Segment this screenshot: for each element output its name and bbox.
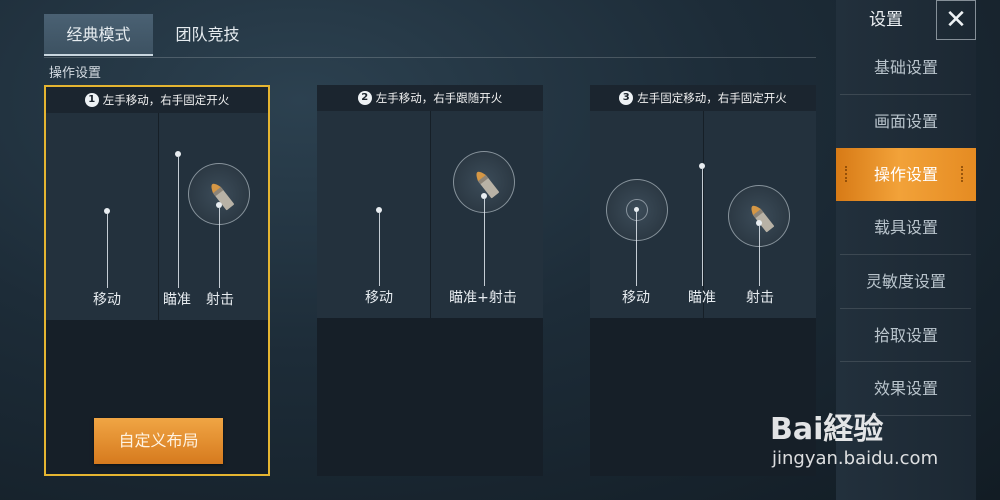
sidebar-item-controls-settings[interactable]: 操作设置 [836,148,976,201]
tab-team-deathmatch[interactable]: 团队竞技 [153,14,262,56]
aim-label: 瞄准 [163,292,191,308]
watermark-logo: Bai経验 [770,412,884,447]
watermark-url: jingyan.baidu.com [772,448,939,469]
aim-pointer-line [702,169,703,286]
sidebar-item-basic-settings[interactable]: 基础设置 [836,41,976,94]
layout-option-3-title: 左手固定移动，右手固定开火 [637,91,787,105]
tab-underline-divider [44,57,816,58]
grip-left-icon [845,166,849,182]
layout-option-3-header: 3 左手固定移动，右手固定开火 [590,85,816,111]
close-icon: ✕ [945,5,967,35]
sidebar-item-label: 操作设置 [873,165,938,184]
shoot-pointer-line [219,208,220,288]
close-button[interactable]: ✕ [936,0,976,40]
aim-shoot-label: 瞄准+射击 [449,290,517,306]
move-label: 移动 [93,292,121,308]
shoot-label: 射击 [206,292,234,308]
layout-option-1[interactable]: 1 左手移动，右手固定开火 移动 瞄准 射击 自定义布局 [44,85,270,476]
baidu-jingyan-watermark: Bai経验 jingyan.baidu.com [770,392,950,478]
section-title: 操作设置 [49,66,102,81]
option-number-badge: 1 [84,93,99,107]
sidebar-title: 设置 [869,10,903,30]
custom-layout-button[interactable]: 自定义布局 [94,418,223,464]
layout-option-2-footer [317,318,543,476]
tab-classic-mode[interactable]: 经典模式 [44,14,153,56]
layout-option-2-header: 2 左手移动，右手跟随开火 [317,85,543,111]
option-number-badge: 3 [619,91,634,105]
layout-option-1-preview: 移动 瞄准 射击 [46,113,268,320]
layout-option-2-preview: 移动 瞄准+射击 [317,111,543,318]
move-label: 移动 [365,290,393,306]
mode-tabs: 经典模式 团队竞技 [44,14,262,56]
bullet-icon [751,205,775,233]
sidebar-item-sensitivity-settings[interactable]: 灵敏度设置 [836,255,976,308]
joystick-preview [606,179,668,241]
layout-option-3-preview: 移动 瞄准 射击 [590,111,816,318]
aim-shoot-pointer-line [484,199,485,286]
layout-option-2-title: 左手移动，右手跟随开火 [375,91,503,105]
move-pointer-line [379,213,380,286]
move-pointer-line [636,211,637,286]
aim-pointer-line [178,157,179,288]
move-label: 移动 [622,290,650,306]
preview-divider [430,111,431,318]
move-pointer-line [107,214,108,288]
preview-divider [158,113,159,320]
sidebar-item-graphics-settings[interactable]: 画面设置 [836,95,976,148]
layout-option-1-header: 1 左手移动，右手固定开火 [46,87,268,113]
option-number-badge: 2 [357,91,372,105]
grip-right-icon [961,166,965,182]
shoot-pointer-line [759,226,760,286]
aim-label: 瞄准 [688,290,716,306]
bullet-icon [211,183,235,211]
layout-option-1-title: 左手移动，右手固定开火 [102,93,230,107]
sidebar-item-vehicle-settings[interactable]: 载具设置 [836,201,976,254]
sidebar-item-pickup-settings[interactable]: 拾取设置 [836,309,976,362]
shoot-label: 射击 [746,290,774,306]
layout-option-2[interactable]: 2 左手移动，右手跟随开火 移动 瞄准+射击 [317,85,543,476]
